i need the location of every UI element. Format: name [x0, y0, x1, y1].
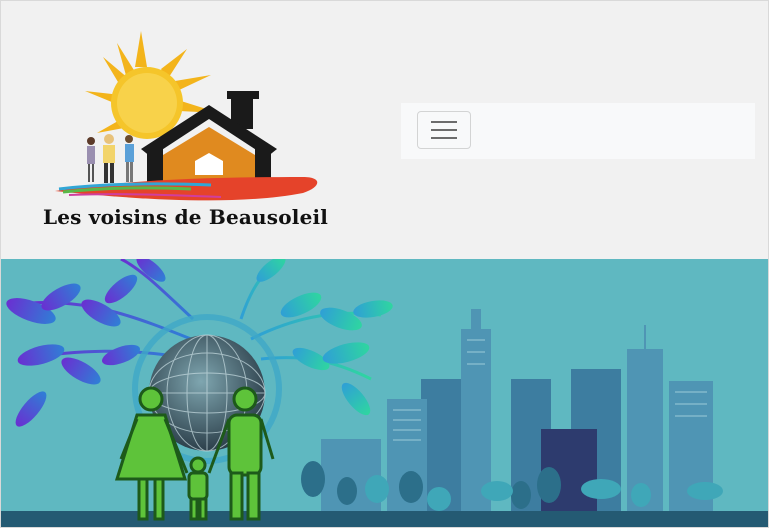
logo-image	[55, 31, 318, 201]
hamburger-menu-icon	[431, 121, 457, 139]
site-logo-link[interactable]: Les voisins de Beausoleil	[41, 29, 361, 235]
family-people-icon	[87, 134, 134, 183]
site-title: Les voisins de Beausoleil	[43, 205, 329, 229]
family-globe-city-illustration	[1, 256, 768, 527]
navbar	[401, 103, 755, 159]
navbar-toggler-button[interactable]	[417, 111, 471, 149]
site-header: Les voisins de Beausoleil	[1, 1, 768, 259]
page-frame: Les voisins de Beausoleil	[0, 0, 769, 528]
hero-banner	[1, 256, 768, 527]
